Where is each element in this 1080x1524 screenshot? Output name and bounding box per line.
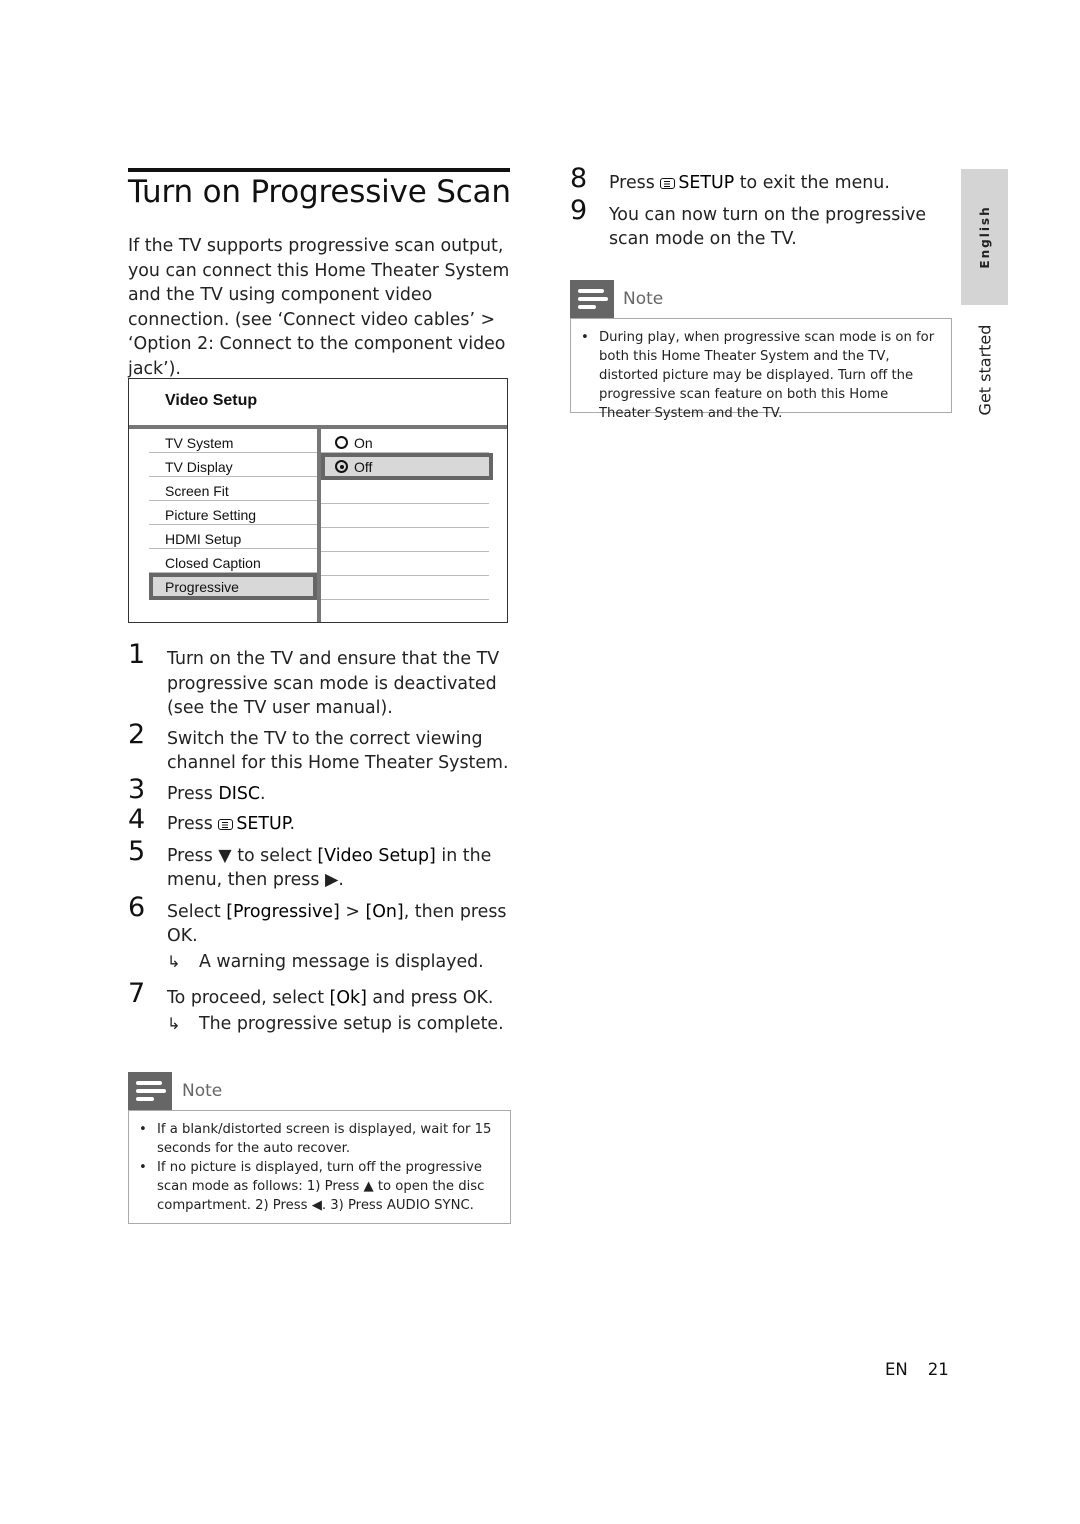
note-left: Note If a blank/distorted screen is disp…	[128, 1072, 511, 1224]
note-item: If no picture is displayed, turn off the…	[129, 1158, 500, 1215]
menu-option-off: Off	[321, 453, 493, 480]
video-setup-menu-illustration: Video Setup TV System TV Display Screen …	[128, 378, 508, 623]
result-text: A warning message is displayed.	[199, 951, 484, 972]
section-tab-label: Get started	[975, 324, 994, 416]
option-label: Off	[354, 459, 373, 475]
note-icon	[578, 289, 608, 313]
setup-icon	[218, 819, 234, 830]
step-number: 4	[128, 804, 146, 835]
footer-language: EN	[885, 1360, 908, 1379]
radio-checked-icon	[335, 460, 348, 473]
key-label: [Video Setup]	[317, 845, 436, 866]
page-number: 21	[927, 1360, 949, 1379]
menu-item: TV Display	[149, 453, 317, 477]
step-text: Turn on the TV and ensure that the TV pr…	[167, 649, 500, 718]
step-9: 9 You can now turn on the progressive sc…	[570, 197, 955, 252]
menu-option-list: On Off	[321, 429, 493, 600]
note-body: If a blank/distorted screen is displayed…	[128, 1110, 511, 1224]
menu-title: Video Setup	[165, 392, 258, 409]
key-label: DISC	[218, 783, 261, 804]
menu-option-empty	[321, 480, 489, 504]
language-tab: English	[961, 169, 1008, 305]
menu-option-empty	[321, 528, 489, 552]
note-item: During play, when progressive scan mode …	[571, 328, 941, 423]
key-label: [Progressive]	[226, 901, 340, 922]
step-3: 3 Press DISC.	[128, 776, 513, 807]
key-label: SETUP	[678, 173, 735, 193]
note-body: During play, when progressive scan mode …	[570, 318, 952, 421]
note-right: Note During play, when progressive scan …	[570, 280, 952, 421]
menu-item: TV System	[149, 429, 317, 453]
step-text: Press	[609, 173, 661, 193]
step-text: You can now turn on the progressive scan…	[609, 204, 927, 250]
menu-item: HDMI Setup	[149, 525, 317, 549]
result-arrow-icon: ↳	[167, 1013, 181, 1033]
menu-item-selected: Progressive	[149, 573, 317, 600]
step-number: 8	[570, 163, 588, 194]
menu-item: Picture Setting	[149, 501, 317, 525]
step-number: 7	[128, 978, 146, 1009]
page-footer: EN 21	[885, 1360, 949, 1379]
step-number: 5	[128, 835, 146, 867]
menu-item-list: TV System TV Display Screen Fit Picture …	[149, 429, 317, 600]
menu-item: Closed Caption	[149, 549, 317, 573]
step-result: ↳ The progressive setup is complete.	[167, 1012, 513, 1037]
step-7: 7 To proceed, select [Ok] and press OK. …	[128, 980, 513, 1037]
note-header: Note	[570, 280, 952, 318]
section-tab: Get started	[961, 320, 1008, 420]
steps-list-continued: 8 Press SETUP to exit the menu. 9 You ca…	[570, 165, 955, 252]
steps-list: 1 Turn on the TV and ensure that the TV …	[128, 641, 513, 1037]
title-rule	[128, 168, 510, 172]
step-text: >	[339, 901, 366, 922]
step-text: and press OK.	[366, 988, 494, 1008]
menu-option-empty	[321, 504, 489, 528]
note-header-block	[570, 280, 614, 318]
key-label: SETUP	[236, 814, 290, 834]
step-6: 6 Select [Progressive] > [On], then pres…	[128, 894, 513, 975]
step-number: 3	[128, 773, 146, 805]
step-text: to exit the menu.	[734, 173, 890, 193]
result-arrow-icon: ↳	[167, 951, 181, 971]
menu-option-empty	[321, 552, 489, 576]
step-1: 1 Turn on the TV and ensure that the TV …	[128, 641, 513, 721]
step-text: .	[289, 814, 295, 834]
step-text: Press	[167, 814, 219, 834]
note-header: Note	[128, 1072, 511, 1110]
note-icon	[136, 1081, 166, 1105]
step-number: 6	[128, 891, 146, 923]
step-4: 4 Press SETUP.	[128, 806, 513, 837]
key-label: [Ok]	[329, 988, 367, 1008]
step-number: 1	[128, 639, 146, 670]
radio-unchecked-icon	[335, 436, 348, 449]
menu-option-on: On	[321, 429, 489, 453]
step-text: Press ▼ to select	[167, 845, 318, 866]
step-8: 8 Press SETUP to exit the menu.	[570, 165, 955, 196]
menu-option-empty	[321, 576, 489, 600]
note-label: Note	[182, 1081, 223, 1101]
result-text: The progressive setup is complete.	[199, 1013, 504, 1034]
key-label: [On]	[365, 901, 404, 922]
note-label: Note	[623, 289, 664, 309]
page-title: Turn on Progressive Scan	[128, 174, 511, 210]
step-5: 5 Press ▼ to select [Video Setup] in the…	[128, 838, 513, 893]
step-number: 2	[128, 718, 146, 750]
step-text: To proceed, select	[167, 988, 330, 1008]
step-text: Switch the TV to the correct viewing cha…	[167, 728, 509, 774]
step-2: 2 Switch the TV to the correct viewing c…	[128, 721, 513, 776]
step-text: Press	[167, 783, 219, 804]
intro-paragraph: If the TV supports progressive scan outp…	[128, 236, 510, 379]
language-tab-label: English	[977, 205, 992, 269]
step-number: 9	[570, 194, 588, 226]
option-label: On	[354, 435, 373, 451]
step-text: .	[260, 783, 266, 804]
step-result: ↳ A warning message is displayed.	[167, 950, 513, 975]
setup-icon	[660, 178, 676, 189]
step-text: Select	[167, 901, 227, 922]
note-item: If a blank/distorted screen is displayed…	[129, 1120, 500, 1158]
note-header-block	[128, 1072, 172, 1110]
menu-item: Screen Fit	[149, 477, 317, 501]
